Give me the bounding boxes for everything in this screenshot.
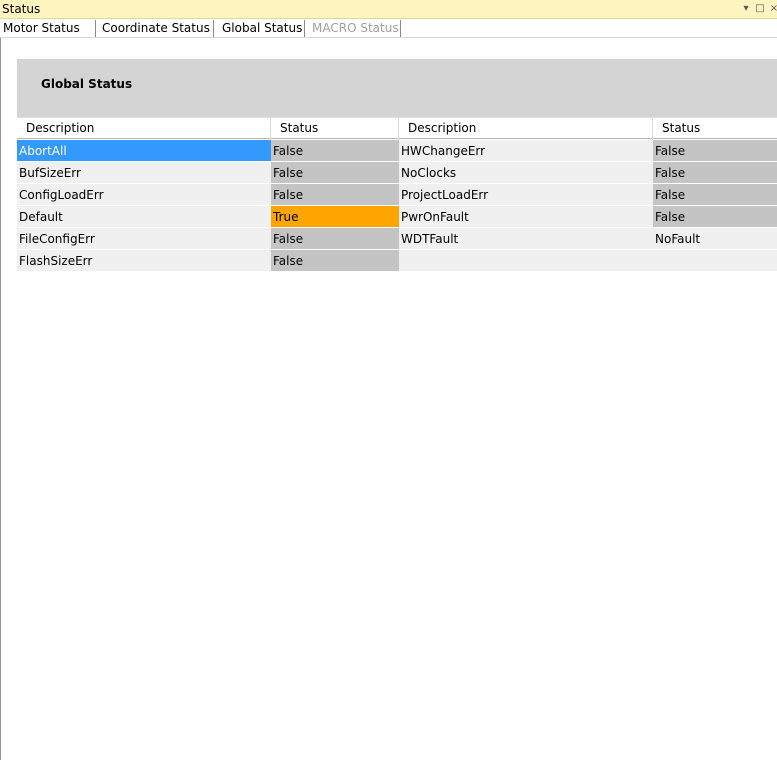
- table-row[interactable]: AbortAll False HWChangeErr False: [17, 140, 777, 162]
- tab-coordinate-status[interactable]: Coordinate Status: [99, 20, 214, 37]
- column-header-description-2[interactable]: Description: [399, 118, 653, 140]
- grid-header: Description Status Description Status: [17, 117, 777, 140]
- table-row[interactable]: BufSizeErr False NoClocks False: [17, 162, 777, 184]
- row-status[interactable]: False: [271, 184, 399, 206]
- column-header-status-1[interactable]: Status: [271, 118, 399, 140]
- row-description[interactable]: ConfigLoadErr: [17, 184, 271, 206]
- column-header-status-2[interactable]: Status: [653, 118, 777, 140]
- row-status[interactable]: False: [271, 250, 399, 272]
- window-title-bar: Status ▾ □ ×: [0, 0, 777, 19]
- group-title: Global Status: [41, 77, 133, 91]
- row-description[interactable]: Default: [17, 206, 271, 228]
- row-status[interactable]: False: [653, 206, 777, 228]
- column-header-description-1[interactable]: Description: [17, 118, 271, 140]
- row-description[interactable]: FileConfigErr: [17, 228, 271, 250]
- row-description[interactable]: [399, 250, 653, 272]
- window-title: Status: [2, 2, 41, 16]
- maximize-icon[interactable]: □: [753, 1, 767, 17]
- row-status[interactable]: False: [653, 162, 777, 184]
- table-row[interactable]: Default True PwrOnFault False: [17, 206, 777, 228]
- row-status[interactable]: [653, 250, 777, 272]
- row-status[interactable]: False: [271, 228, 399, 250]
- global-status-panel: Global Status Description Status Descrip…: [17, 59, 777, 760]
- group-header: Global Status: [17, 59, 777, 117]
- table-row[interactable]: FlashSizeErr False: [17, 250, 777, 272]
- row-status[interactable]: False: [271, 140, 399, 162]
- panel-border: [0, 38, 1, 760]
- row-description[interactable]: WDTFault: [399, 228, 653, 250]
- tab-motor-status[interactable]: Motor Status: [0, 20, 96, 37]
- tab-global-status[interactable]: Global Status: [219, 20, 305, 37]
- row-status[interactable]: False: [653, 140, 777, 162]
- tab-macro-status[interactable]: MACRO Status: [309, 20, 401, 37]
- table-row[interactable]: ConfigLoadErr False ProjectLoadErr False: [17, 184, 777, 206]
- row-description[interactable]: FlashSizeErr: [17, 250, 271, 272]
- row-description[interactable]: PwrOnFault: [399, 206, 653, 228]
- table-row[interactable]: FileConfigErr False WDTFault NoFault: [17, 228, 777, 250]
- row-description[interactable]: ProjectLoadErr: [399, 184, 653, 206]
- row-status[interactable]: NoFault: [653, 228, 777, 250]
- row-description[interactable]: NoClocks: [399, 162, 653, 184]
- row-description[interactable]: BufSizeErr: [17, 162, 271, 184]
- row-description[interactable]: HWChangeErr: [399, 140, 653, 162]
- row-status[interactable]: True: [271, 206, 399, 228]
- dropdown-icon[interactable]: ▾: [739, 1, 753, 17]
- row-status[interactable]: False: [271, 162, 399, 184]
- row-status[interactable]: False: [653, 184, 777, 206]
- tab-strip: Motor Status Coordinate Status Global St…: [0, 19, 777, 38]
- close-icon[interactable]: ×: [767, 1, 777, 17]
- row-description[interactable]: AbortAll: [17, 140, 271, 162]
